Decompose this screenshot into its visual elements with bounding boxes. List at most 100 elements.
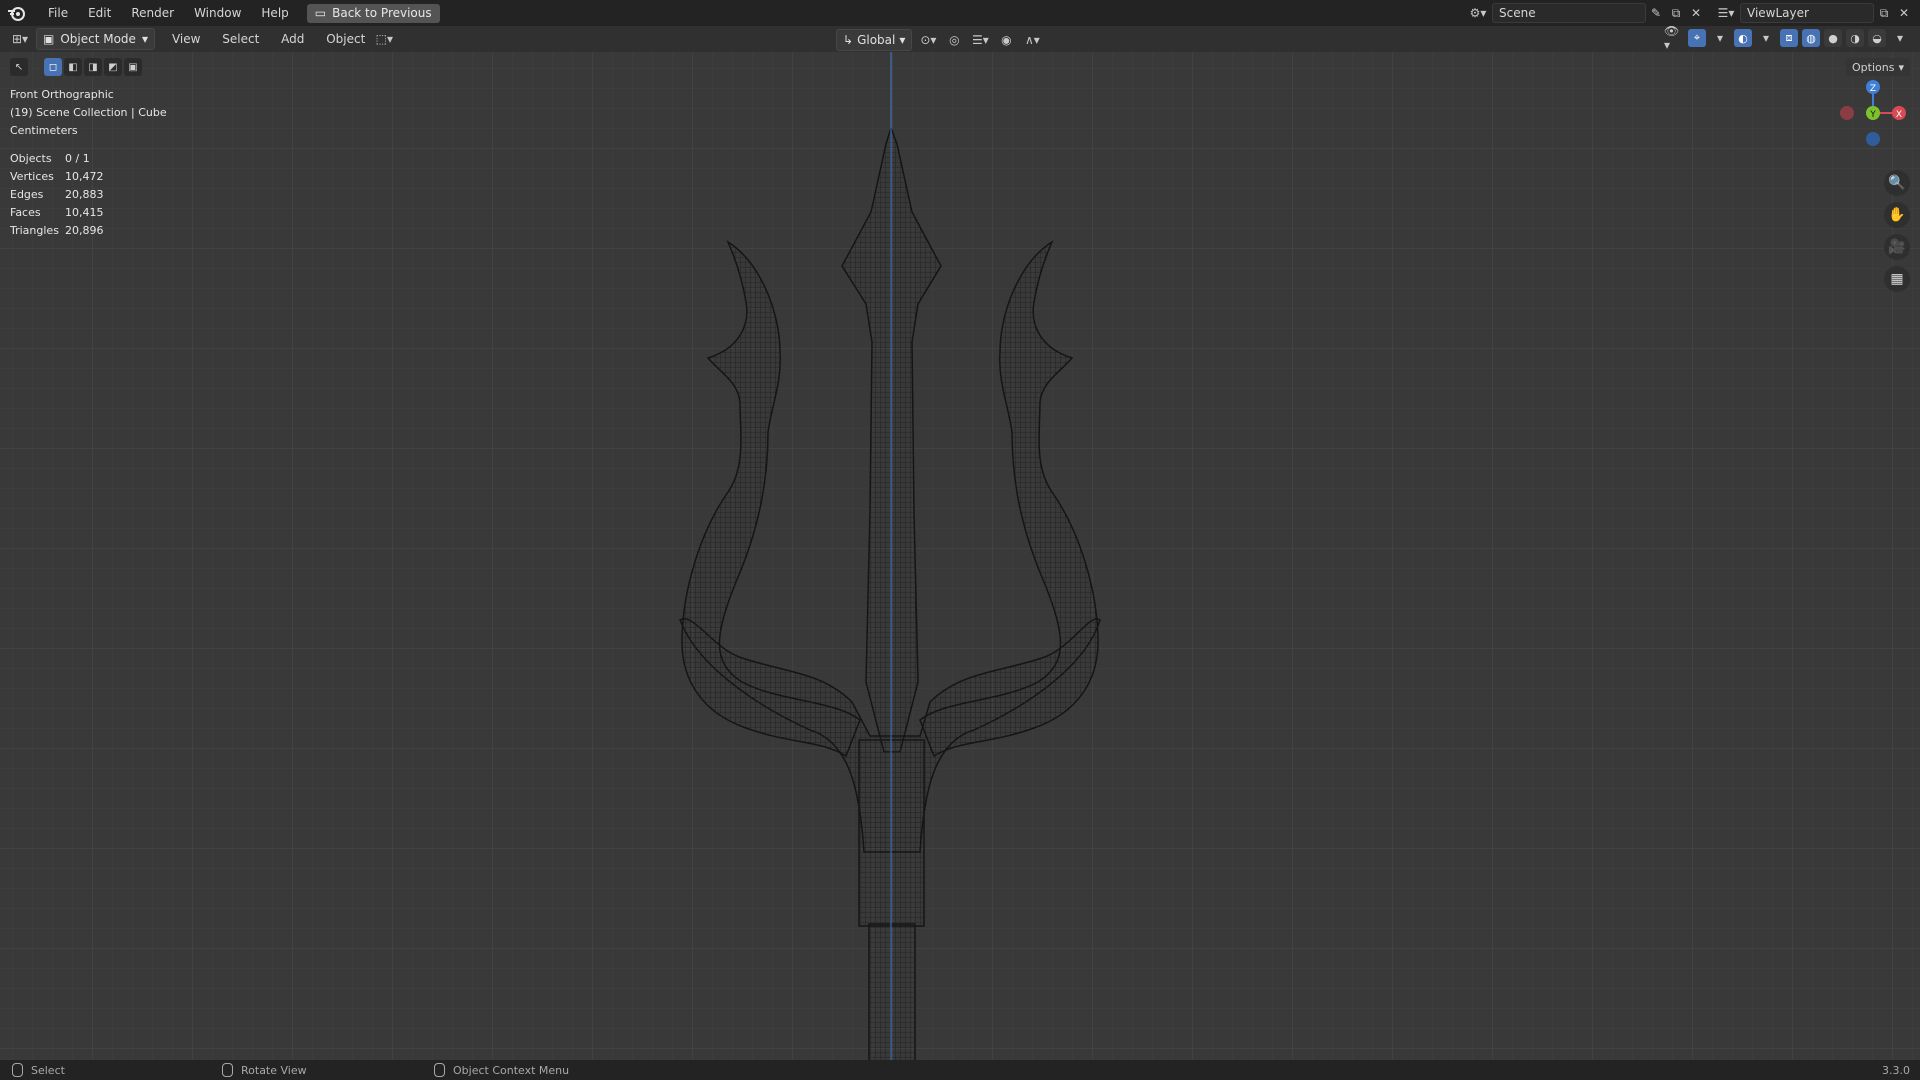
delete-view-layer-icon[interactable]: ✕ bbox=[1894, 4, 1914, 22]
status-select-label: Select bbox=[31, 1063, 65, 1077]
blender-logo-icon[interactable] bbox=[6, 2, 28, 24]
menu-window[interactable]: Window bbox=[184, 0, 251, 26]
chevron-down-icon: ▾ bbox=[899, 33, 906, 47]
object-mode-dropdown[interactable]: ▣ Object Mode ▾ bbox=[36, 28, 155, 50]
object-mode-icon: ▣ bbox=[43, 32, 55, 46]
menu-edit[interactable]: Edit bbox=[78, 0, 121, 26]
3d-viewport[interactable]: ↖ ◻ ◧ ◨ ◩ ▣ Options ▾ Front Orthographic… bbox=[0, 52, 1920, 1060]
select-invert-icon[interactable]: ◩ bbox=[104, 58, 122, 76]
pan-hand-icon[interactable]: ✋ bbox=[1884, 202, 1910, 228]
viewport-nav-buttons: 🔍 ✋ 🎥 ▦ bbox=[1884, 170, 1910, 292]
select-subtract-icon[interactable]: ◨ bbox=[84, 58, 102, 76]
editor-type-icon[interactable]: ⊞▾ bbox=[10, 30, 30, 48]
menu-view[interactable]: View bbox=[163, 32, 209, 46]
shading-tools: 👁▾ ⌖ ▾ ◐ ▾ ⧈ ◍ ● ◑ ◒ ▾ bbox=[1664, 24, 1910, 52]
scene-name-field[interactable]: Scene bbox=[1492, 3, 1646, 23]
stat-value: 0 / 1 bbox=[65, 152, 90, 165]
menu-select[interactable]: Select bbox=[213, 32, 268, 46]
gizmo-toggle-icon[interactable]: ⌖ bbox=[1688, 29, 1706, 47]
wireframe-shading-icon[interactable]: ◍ bbox=[1802, 29, 1820, 47]
solid-shading-icon[interactable]: ● bbox=[1824, 29, 1842, 47]
select-new-icon[interactable]: ◻ bbox=[44, 58, 62, 76]
xray-toggle-icon[interactable]: ⧈ bbox=[1780, 29, 1798, 47]
stat-label: Edges bbox=[10, 188, 44, 201]
menu-add[interactable]: Add bbox=[272, 32, 313, 46]
view-layer-name: ViewLayer bbox=[1747, 6, 1809, 20]
top-right-controls: ⚙▾ Scene ✎ ⧉ ✕ ☰▾ ViewLayer ⧉ ✕ bbox=[1468, 0, 1920, 26]
mouse-middle-icon bbox=[222, 1063, 233, 1077]
navigation-gizmo[interactable]: Z X Y bbox=[1828, 66, 1918, 156]
viewport-info-overlay: Front Orthographic (19) Scene Collection… bbox=[10, 86, 167, 240]
unit-system: Centimeters bbox=[10, 124, 78, 137]
shading-menu-icon[interactable]: ▾ bbox=[1890, 29, 1910, 47]
back-to-previous-label: Back to Previous bbox=[332, 6, 432, 20]
axis-neg-z-icon[interactable] bbox=[1866, 132, 1880, 146]
status-rotate-label: Rotate View bbox=[241, 1063, 307, 1077]
menu-help[interactable]: Help bbox=[251, 0, 298, 26]
snap-icon[interactable]: ◎ bbox=[944, 31, 964, 49]
status-context: Object Context Menu bbox=[434, 1063, 569, 1077]
pivot-point-icon[interactable]: ⊙▾ bbox=[918, 31, 938, 49]
delete-scene-icon[interactable]: ✕ bbox=[1686, 4, 1706, 22]
visibility-icon[interactable]: 👁▾ bbox=[1664, 24, 1684, 52]
stat-label: Faces bbox=[10, 206, 41, 219]
version-label: 3.3.0 bbox=[1882, 1063, 1910, 1077]
axis-x-label: X bbox=[1896, 110, 1902, 120]
menu-render[interactable]: Render bbox=[121, 0, 184, 26]
screen-icon: ▭ bbox=[314, 6, 327, 20]
ortho-grid-icon[interactable]: ▦ bbox=[1884, 266, 1910, 292]
pin-scene-icon[interactable]: ✎ bbox=[1646, 4, 1666, 22]
mouse-left-icon bbox=[12, 1063, 23, 1077]
proportional-edit-icon[interactable]: ◉ bbox=[996, 31, 1016, 49]
stat-label: Vertices bbox=[10, 170, 54, 183]
snap-target-icon[interactable]: ☰▾ bbox=[970, 31, 990, 49]
scene-selector-icon[interactable]: ⚙▾ bbox=[1468, 4, 1488, 22]
material-shading-icon[interactable]: ◑ bbox=[1846, 29, 1864, 47]
menu-object[interactable]: Object bbox=[317, 32, 374, 46]
object-mode-label: Object Mode bbox=[60, 32, 136, 46]
rendered-shading-icon[interactable]: ◒ bbox=[1868, 29, 1886, 47]
menu-file[interactable]: File bbox=[38, 0, 78, 26]
gpencil-icon[interactable]: ⬚▾ bbox=[374, 30, 394, 48]
select-extend-icon[interactable]: ◧ bbox=[64, 58, 82, 76]
camera-view-icon[interactable]: 🎥 bbox=[1884, 234, 1910, 260]
mouse-right-icon bbox=[434, 1063, 445, 1077]
zoom-icon[interactable]: 🔍 bbox=[1884, 170, 1910, 196]
stat-label: Objects bbox=[10, 152, 52, 165]
stat-value: 10,415 bbox=[65, 206, 104, 219]
status-bar: Select Rotate View Object Context Menu 3… bbox=[0, 1060, 1920, 1080]
axis-neg-x-icon[interactable] bbox=[1840, 106, 1854, 120]
transform-tools: ↳ Global ▾ ⊙▾ ◎ ☰▾ ◉ ∧▾ bbox=[836, 29, 1042, 51]
viewport-header: ⊞▾ ▣ Object Mode ▾ View Select Add Objec… bbox=[0, 24, 1920, 52]
chevron-down-icon: ▾ bbox=[141, 32, 148, 46]
stat-value: 20,896 bbox=[65, 224, 104, 237]
scene-name: Scene bbox=[1499, 6, 1536, 20]
status-select: Select bbox=[12, 1063, 65, 1077]
select-intersect-icon[interactable]: ▣ bbox=[124, 58, 142, 76]
status-version: 3.3.0 bbox=[1882, 1064, 1910, 1077]
select-tool-icon[interactable]: ↖ bbox=[10, 58, 28, 76]
gizmo-menu-icon[interactable]: ▾ bbox=[1710, 29, 1730, 47]
status-context-label: Object Context Menu bbox=[453, 1063, 570, 1077]
view-name: Front Orthographic bbox=[10, 88, 114, 101]
orientation-label: Global bbox=[857, 33, 896, 47]
orientation-icon: ↳ bbox=[843, 33, 854, 47]
top-menu-bar: File Edit Render Window Help ▭ Back to P… bbox=[0, 0, 1920, 26]
view-layer-field[interactable]: ViewLayer bbox=[1740, 3, 1874, 23]
scene-statistics: Objects 0 / 1 Vertices 10,472 Edges 20,8… bbox=[10, 150, 167, 240]
back-to-previous-button[interactable]: ▭ Back to Previous bbox=[306, 3, 440, 23]
overlay-menu-icon[interactable]: ▾ bbox=[1756, 29, 1776, 47]
new-scene-icon[interactable]: ⧉ bbox=[1666, 4, 1686, 22]
falloff-icon[interactable]: ∧▾ bbox=[1022, 31, 1042, 49]
axis-z-label: Z bbox=[1870, 84, 1876, 94]
main-menu: File Edit Render Window Help bbox=[38, 0, 299, 26]
tool-row: ↖ ◻ ◧ ◨ ◩ ▣ bbox=[10, 58, 142, 76]
viewport-canvas[interactable] bbox=[0, 52, 1920, 1060]
collection-info: (19) Scene Collection | Cube bbox=[10, 106, 167, 119]
transform-orientation-dropdown[interactable]: ↳ Global ▾ bbox=[836, 29, 913, 51]
stat-value: 20,883 bbox=[65, 188, 104, 201]
axis-y-label: Y bbox=[1869, 110, 1876, 120]
new-view-layer-icon[interactable]: ⧉ bbox=[1874, 4, 1894, 22]
view-layer-selector-icon[interactable]: ☰▾ bbox=[1716, 4, 1736, 22]
overlay-toggle-icon[interactable]: ◐ bbox=[1734, 29, 1752, 47]
